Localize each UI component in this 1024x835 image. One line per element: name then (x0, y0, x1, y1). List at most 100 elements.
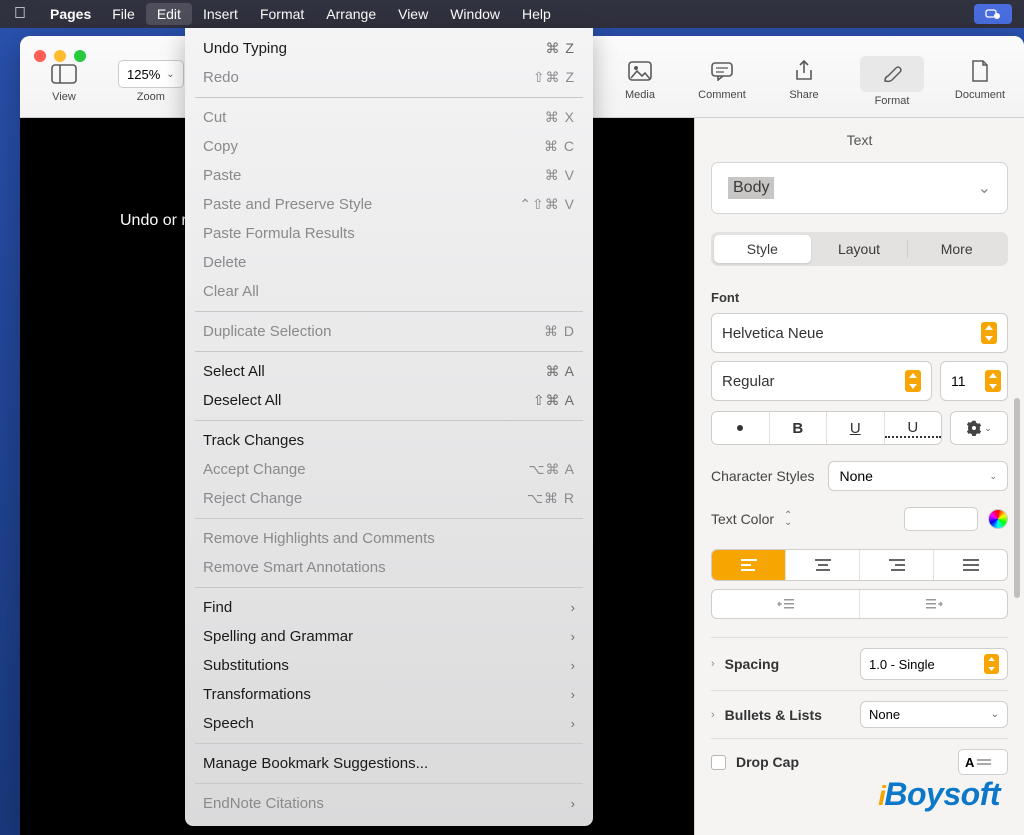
tab-layout[interactable]: Layout (811, 235, 908, 263)
scrollbar[interactable] (1014, 398, 1020, 598)
spacing-disclosure[interactable]: › Spacing 1.0 - Single (711, 637, 1008, 690)
menu-copy[interactable]: Copy⌘ C (185, 132, 593, 161)
menu-window[interactable]: Window (439, 3, 511, 25)
app-name[interactable]: Pages (40, 3, 101, 25)
paragraph-style-select[interactable]: Body ⌄ (711, 162, 1008, 214)
underline-button[interactable]: U (827, 412, 885, 444)
bold-button[interactable]: B (770, 412, 828, 444)
drop-cap-checkbox[interactable] (711, 755, 726, 770)
control-center-icon[interactable] (974, 4, 1012, 24)
outdent-button[interactable] (712, 590, 860, 618)
menu-file[interactable]: File (101, 3, 146, 25)
font-family-select[interactable]: Helvetica Neue (711, 313, 1008, 353)
window-close-button[interactable] (34, 50, 46, 62)
menu-remove-smart-annotations[interactable]: Remove Smart Annotations (185, 553, 593, 582)
align-left-button[interactable] (712, 550, 786, 580)
menu-endnote-citations[interactable]: EndNote Citations› (185, 789, 593, 818)
character-styles-select[interactable]: None ⌄ (828, 461, 1008, 491)
menu-accept-change[interactable]: Accept Change⌥⌘ A (185, 455, 593, 484)
updown-icon[interactable]: ⌃⌄ (784, 512, 792, 526)
toolbar-view-label: View (52, 91, 76, 103)
stepper-icon (984, 654, 999, 674)
chevron-right-icon: › (711, 658, 715, 670)
text-alignment-group (711, 549, 1008, 581)
menu-spelling-grammar[interactable]: Spelling and Grammar› (185, 622, 593, 651)
menu-cut[interactable]: Cut⌘ X (185, 103, 593, 132)
menu-remove-highlights[interactable]: Remove Highlights and Comments (185, 524, 593, 553)
window-zoom-button[interactable] (74, 50, 86, 62)
menu-reject-change[interactable]: Reject Change⌥⌘ R (185, 484, 593, 513)
stepper-icon (905, 370, 921, 392)
chevron-right-icon: › (711, 709, 715, 721)
toolbar-media-button[interactable]: Media (614, 56, 666, 107)
underline-dotted-button[interactable]: U (885, 418, 942, 438)
menu-substitutions[interactable]: Substitutions› (185, 651, 593, 680)
apple-logo-icon[interactable]:  (14, 5, 26, 23)
menu-select-all[interactable]: Select All⌘ A (185, 357, 593, 386)
system-menubar:  Pages File Edit Insert Format Arrange … (0, 0, 1024, 28)
tab-more[interactable]: More (908, 235, 1005, 263)
bullets-select[interactable]: None ⌄ (860, 701, 1008, 728)
menu-redo[interactable]: Redo⇧⌘ Z (185, 63, 593, 92)
align-center-button[interactable] (786, 550, 860, 580)
menu-find[interactable]: Find› (185, 593, 593, 622)
stepper-icon (985, 370, 1001, 392)
menu-paste-preserve-style[interactable]: Paste and Preserve Style⌃⇧⌘ V (185, 190, 593, 219)
menu-speech[interactable]: Speech› (185, 709, 593, 738)
toolbar-share-button[interactable]: Share (778, 56, 830, 107)
align-justify-button[interactable] (934, 550, 1007, 580)
menu-paste-formula-results[interactable]: Paste Formula Results (185, 219, 593, 248)
toolbar-view-button[interactable]: View (38, 60, 90, 103)
inspector-tabs: Style Layout More (711, 232, 1008, 266)
menu-insert[interactable]: Insert (192, 3, 249, 25)
menu-clear-all[interactable]: Clear All (185, 277, 593, 306)
menu-format[interactable]: Format (249, 3, 315, 25)
toolbar-comment-button[interactable]: Comment (696, 56, 748, 107)
menu-edit[interactable]: Edit (146, 3, 192, 25)
text-style-buttons: B U U (711, 411, 942, 445)
window-minimize-button[interactable] (54, 50, 66, 62)
spacing-select[interactable]: 1.0 - Single (860, 648, 1008, 680)
color-wheel-button[interactable] (988, 509, 1008, 529)
bullets-value: None (869, 707, 900, 722)
menu-paste[interactable]: Paste⌘ V (185, 161, 593, 190)
toolbar-share-label: Share (789, 89, 818, 101)
indent-group (711, 589, 1008, 619)
chevron-down-icon: ⌄ (984, 423, 992, 434)
edit-menu-dropdown: Undo Typing⌘ Z Redo⇧⌘ Z Cut⌘ X Copy⌘ C P… (185, 28, 593, 826)
menu-deselect-all[interactable]: Deselect All⇧⌘ A (185, 386, 593, 415)
text-color-swatch-button[interactable] (712, 412, 770, 444)
character-styles-value: None (839, 468, 872, 484)
drop-cap-preview[interactable]: A (958, 749, 1008, 775)
font-weight-select[interactable]: Regular (711, 361, 932, 401)
toolbar-zoom[interactable]: 125%⌄ Zoom (118, 60, 184, 103)
menu-view[interactable]: View (387, 3, 439, 25)
menu-help[interactable]: Help (511, 3, 562, 25)
drop-cap-label: Drop Cap (736, 754, 948, 770)
indent-button[interactable] (860, 590, 1007, 618)
font-size-stepper[interactable]: 11 (940, 361, 1008, 401)
chevron-down-icon: ⌄ (166, 69, 174, 80)
align-right-button[interactable] (860, 550, 934, 580)
chevron-down-icon: ⌄ (978, 178, 991, 198)
share-icon (786, 56, 822, 86)
toolbar-document-button[interactable]: Document (954, 56, 1006, 107)
drop-cap-row: Drop Cap A (711, 738, 1008, 785)
menu-duplicate-selection[interactable]: Duplicate Selection⌘ D (185, 317, 593, 346)
bullets-disclosure[interactable]: › Bullets & Lists None ⌄ (711, 690, 1008, 738)
menu-transformations[interactable]: Transformations› (185, 680, 593, 709)
menu-track-changes[interactable]: Track Changes (185, 426, 593, 455)
toolbar-format-button[interactable]: Format (860, 56, 924, 107)
menu-manage-bookmark-suggestions[interactable]: Manage Bookmark Suggestions... (185, 749, 593, 778)
menu-arrange[interactable]: Arrange (315, 3, 387, 25)
document-icon (962, 56, 998, 86)
text-color-label: Text Color (711, 511, 774, 527)
menu-delete[interactable]: Delete (185, 248, 593, 277)
menu-undo[interactable]: Undo Typing⌘ Z (185, 34, 593, 63)
toolbar-document-label: Document (955, 89, 1005, 101)
bullets-label: Bullets & Lists (725, 707, 850, 723)
text-color-well[interactable] (904, 507, 978, 531)
window-traffic-lights (34, 50, 86, 62)
advanced-font-options-button[interactable]: ⌄ (950, 411, 1008, 445)
tab-style[interactable]: Style (714, 235, 811, 263)
